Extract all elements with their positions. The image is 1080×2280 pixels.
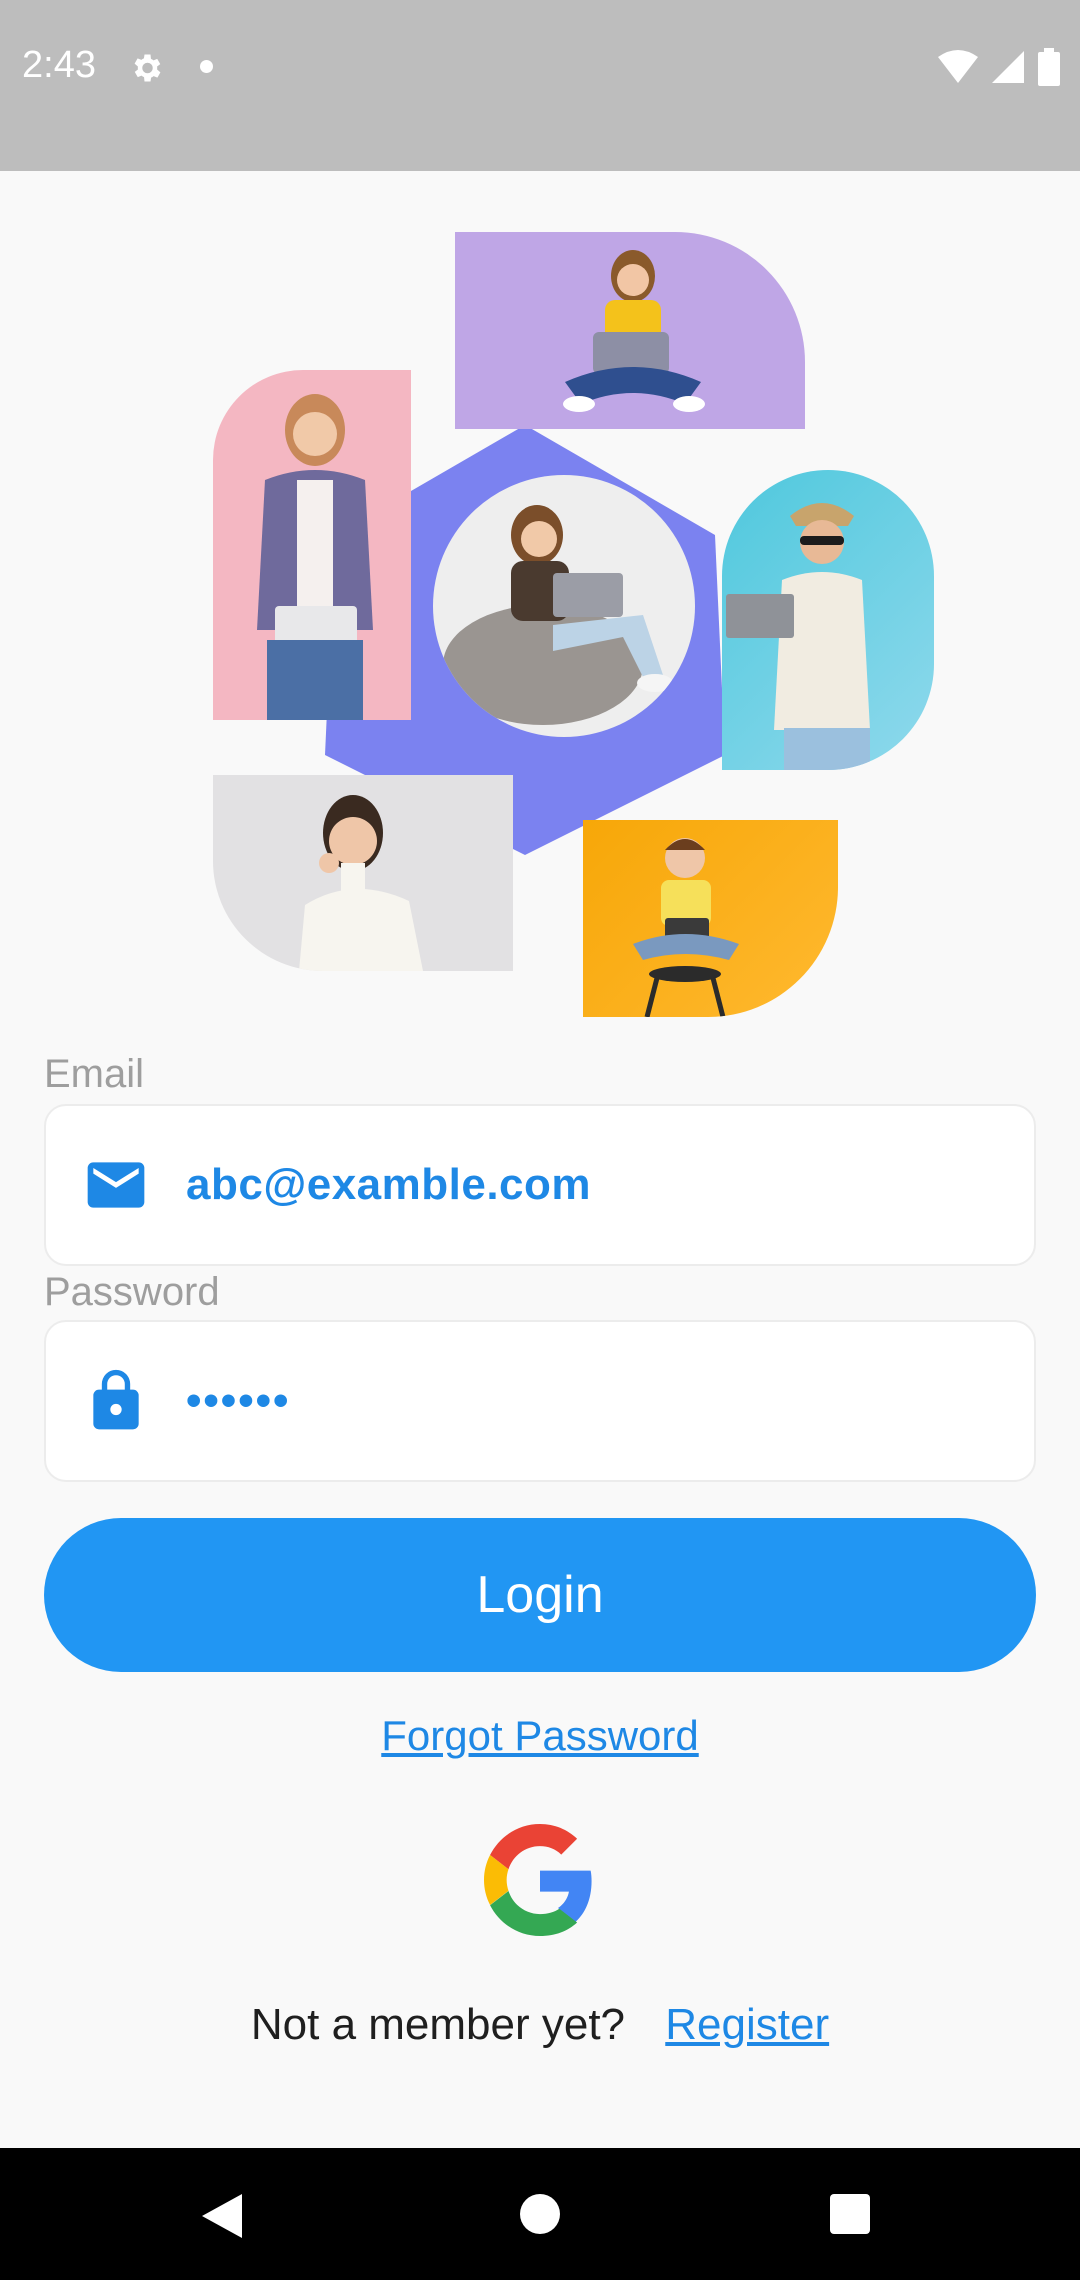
email-label: Email	[44, 1052, 145, 1096]
purple-girl-photo	[455, 232, 805, 429]
email-value[interactable]: abc@examble.com	[186, 1160, 591, 1210]
mail-icon	[87, 1162, 145, 1208]
not-member-text: Not a member yet?	[250, 2000, 626, 2049]
recents-icon[interactable]	[830, 2194, 870, 2234]
email-field[interactable]: abc@examble.com	[44, 1104, 1036, 1266]
lock-icon	[93, 1369, 139, 1430]
cyan-man-photo	[722, 470, 934, 770]
signal-icon	[992, 51, 1024, 83]
register-row: Not a member yet? Register	[0, 2000, 1080, 2050]
login-button-label: Login	[476, 1566, 604, 1624]
home-icon[interactable]	[520, 2194, 560, 2234]
register-link[interactable]: Register	[665, 2000, 829, 2049]
back-icon[interactable]	[202, 2194, 242, 2238]
status-bar: 2:43	[0, 0, 1080, 171]
gray-woman-photo	[213, 775, 513, 971]
status-icons	[938, 48, 1060, 86]
notification-dot-icon	[200, 60, 213, 73]
battery-icon	[1038, 48, 1060, 86]
password-label: Password	[44, 1270, 220, 1314]
status-time: 2:43	[22, 44, 96, 86]
orange-boy-photo	[583, 820, 838, 1017]
pink-woman-photo	[213, 370, 411, 720]
login-button[interactable]: Login	[44, 1518, 1036, 1672]
hero-collage	[213, 230, 935, 1020]
forgot-password-link[interactable]: Forgot Password	[0, 1712, 1080, 1760]
password-value[interactable]: ••••••	[186, 1376, 290, 1426]
beanbag-woman-photo	[433, 475, 695, 737]
google-icon[interactable]	[484, 1824, 596, 1936]
settings-icon	[134, 54, 161, 82]
password-field[interactable]: ••••••	[44, 1320, 1036, 1482]
wifi-icon	[938, 50, 978, 83]
